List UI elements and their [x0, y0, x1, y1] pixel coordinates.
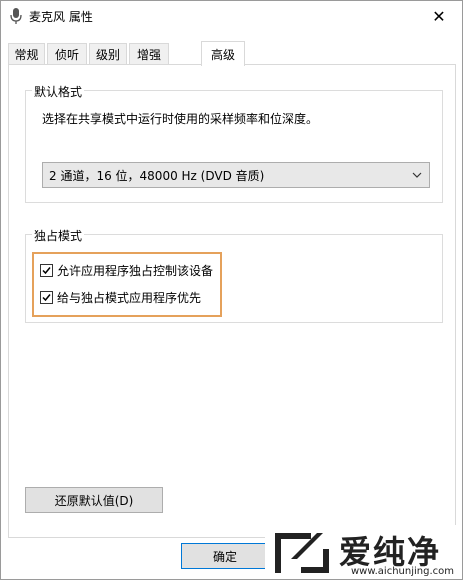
- sample-rate-value: 2 通道，16 位，48000 Hz (DVD 音质): [49, 168, 265, 183]
- close-icon: ✕: [432, 6, 446, 26]
- checkbox-box: [40, 264, 53, 277]
- ok-button[interactable]: 确定: [181, 543, 269, 569]
- default-format-description: 选择在共享模式中运行时使用的采样频率和位深度。: [42, 112, 319, 126]
- properties-window: 麦克风 属性 ✕ 常规 侦听 级别 增强 高级 默认格式 选择在共享模式中运行时…: [0, 0, 463, 580]
- microphone-icon: [9, 7, 23, 25]
- sample-rate-select[interactable]: 2 通道，16 位，48000 Hz (DVD 音质): [42, 162, 430, 188]
- exclusive-priority-checkbox[interactable]: 给与独占模式应用程序优先: [40, 289, 201, 306]
- tab-enhancements[interactable]: 增强: [129, 43, 169, 64]
- checkmark-icon: [42, 294, 51, 302]
- chevron-down-icon: [411, 167, 423, 186]
- brand-url: www.aichunjing.com: [351, 566, 454, 577]
- title-bar: 麦克风 属性 ✕: [1, 1, 462, 31]
- default-format-group: 默认格式 选择在共享模式中运行时使用的采样频率和位深度。 2 通道，16 位，4…: [25, 83, 443, 203]
- checkmark-icon: [42, 267, 51, 275]
- brand-logo-icon: [271, 529, 333, 579]
- tab-listen[interactable]: 侦听: [47, 43, 87, 64]
- exclusive-mode-title: 独占模式: [32, 227, 85, 244]
- tab-advanced[interactable]: 高级: [201, 41, 245, 66]
- allow-exclusive-label: 允许应用程序独占控制该设备: [57, 264, 214, 278]
- exclusive-priority-label: 给与独占模式应用程序优先: [57, 291, 202, 305]
- close-button[interactable]: ✕: [416, 1, 462, 31]
- checkbox-box: [40, 291, 53, 304]
- exclusive-mode-group: 独占模式 允许应用程序独占控制该设备 给与独占模式应用程序优先: [25, 227, 443, 323]
- restore-defaults-button[interactable]: 还原默认值(D): [25, 487, 163, 513]
- allow-exclusive-checkbox[interactable]: 允许应用程序独占控制该设备: [40, 262, 213, 279]
- default-format-title: 默认格式: [32, 83, 85, 100]
- tab-levels[interactable]: 级别: [89, 43, 127, 64]
- advanced-panel: 默认格式 选择在共享模式中运行时使用的采样频率和位深度。 2 通道，16 位，4…: [8, 64, 456, 538]
- window-title: 麦克风 属性: [29, 10, 93, 24]
- watermark: 爱纯净 www.aichunjing.com: [265, 525, 462, 579]
- tab-general[interactable]: 常规: [8, 43, 45, 64]
- tab-bar: 常规 侦听 级别 增强 高级: [8, 41, 458, 66]
